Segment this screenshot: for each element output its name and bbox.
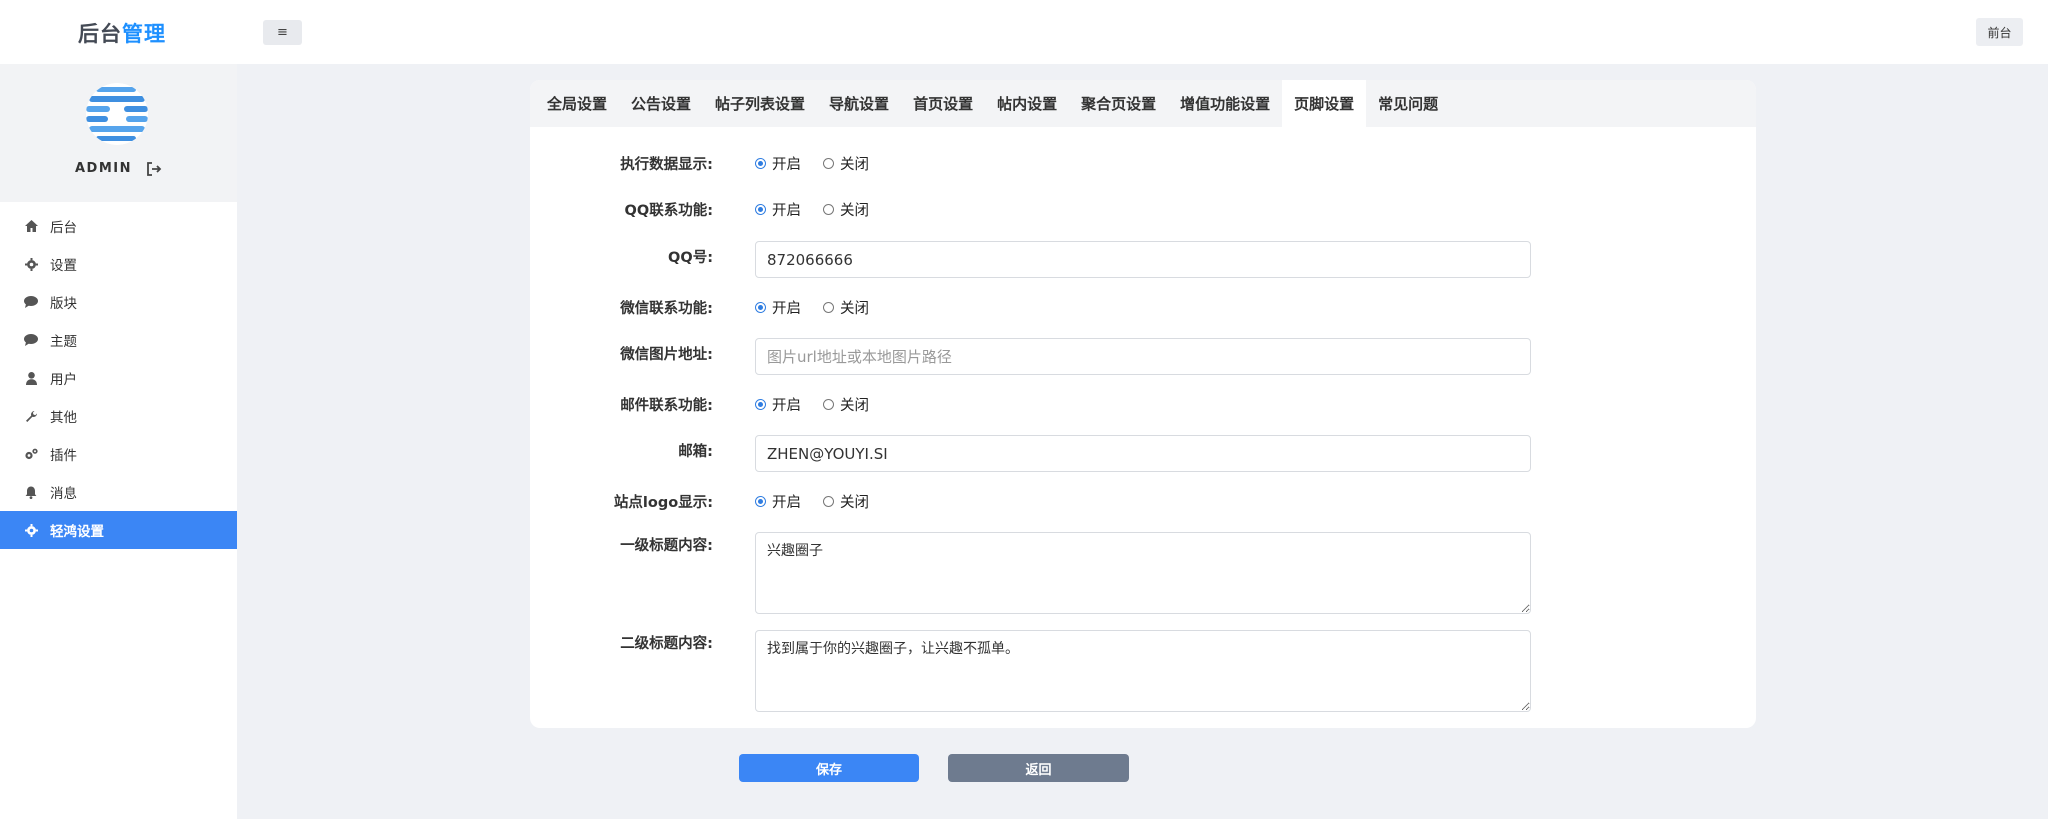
sidebar-item-label: 插件 — [50, 448, 77, 464]
sidebar-item-label: 其他 — [50, 410, 77, 426]
radio-selected-icon — [755, 496, 766, 507]
exec-data-label: 执行数据显示: — [620, 157, 713, 173]
user-icon — [24, 371, 38, 385]
exec-data-off-radio[interactable]: 关闭 — [823, 153, 869, 174]
avatar — [86, 83, 148, 145]
sidebar-item-other[interactable]: 其他 — [0, 397, 237, 435]
sidebar-item-messages[interactable]: 消息 — [0, 473, 237, 511]
tab-post-list-settings[interactable]: 帖子列表设置 — [703, 80, 817, 127]
tab-footer-settings[interactable]: 页脚设置 — [1282, 80, 1367, 127]
sidebar-item-users[interactable]: 用户 — [0, 359, 237, 397]
radio-selected-icon — [755, 302, 766, 313]
qq-contact-on-radio[interactable]: 开启 — [755, 199, 801, 220]
mail-contact-off-radio[interactable]: 关闭 — [823, 394, 869, 415]
title2-label: 二级标题内容: — [620, 636, 713, 652]
wechat-contact-off-radio[interactable]: 关闭 — [823, 297, 869, 318]
radio-selected-icon — [755, 204, 766, 215]
gears-icon — [24, 447, 38, 461]
sidebar-item-dashboard[interactable]: 后台 — [0, 207, 237, 245]
sidebar-item-label: 版块 — [50, 296, 77, 312]
site-logo-label: 站点logo显示: — [613, 495, 713, 511]
sidebar-item-label: 消息 — [50, 486, 77, 502]
logout-icon[interactable] — [146, 161, 162, 176]
radio-unselected-icon — [823, 302, 834, 313]
tab-faq[interactable]: 常见问题 — [1366, 80, 1450, 127]
radio-unselected-icon — [823, 496, 834, 507]
sidebar-item-label: 设置 — [50, 258, 77, 274]
site-logo-on-radio[interactable]: 开启 — [755, 491, 801, 512]
tab-navigation-settings[interactable]: 导航设置 — [817, 80, 901, 127]
save-button[interactable]: 保存 — [739, 754, 919, 782]
logo-text-primary: 后台 — [78, 22, 122, 46]
comment-icon — [24, 295, 38, 309]
radio-unselected-icon — [823, 399, 834, 410]
radio-unselected-icon — [823, 204, 834, 215]
tab-global-settings[interactable]: 全局设置 — [535, 80, 619, 127]
logo-text-accent: 管理 — [122, 22, 166, 46]
title2-textarea[interactable]: 找到属于你的兴趣圈子，让兴趣不孤单。 — [755, 630, 1531, 712]
tab-post-settings[interactable]: 帖内设置 — [985, 80, 1069, 127]
sidebar-item-settings[interactable]: 设置 — [0, 245, 237, 283]
sidebar-item-label: 后台 — [50, 220, 77, 236]
wrench-icon — [24, 409, 38, 423]
wechat-image-input[interactable] — [755, 338, 1531, 375]
sidebar-item-label: 主题 — [50, 334, 77, 350]
radio-selected-icon — [755, 158, 766, 169]
exec-data-radio-group: 开启 关闭 — [755, 153, 891, 174]
gear-icon — [24, 257, 38, 271]
qq-number-label: QQ号: — [668, 250, 713, 266]
comment-icon — [24, 333, 38, 347]
qq-contact-label: QQ联系功能: — [624, 203, 713, 219]
site-logo-off-radio[interactable]: 关闭 — [823, 491, 869, 512]
username: ADMIN — [74, 161, 132, 176]
mail-contact-on-radio[interactable]: 开启 — [755, 394, 801, 415]
qq-contact-off-radio[interactable]: 关闭 — [823, 199, 869, 220]
qq-number-input[interactable] — [755, 241, 1531, 278]
sidebar-nav: 后台 设置 版块 主题 用户 其他 插件 消息 轻鸿设置 — [0, 207, 237, 549]
tab-bar: 全局设置 公告设置 帖子列表设置 导航设置 首页设置 帖内设置 聚合页设置 增值… — [530, 80, 1756, 127]
radio-selected-icon — [755, 399, 766, 410]
sidebar-item-forums[interactable]: 版块 — [0, 283, 237, 321]
home-icon — [24, 219, 38, 233]
radio-unselected-icon — [823, 158, 834, 169]
wechat-contact-radio-group: 开启 关闭 — [755, 297, 891, 318]
wechat-image-label: 微信图片地址: — [620, 347, 713, 363]
front-end-button[interactable]: 前台 — [1976, 18, 2023, 46]
sidebar-item-qinghong-settings[interactable]: 轻鸿设置 — [0, 511, 237, 549]
menu-toggle-button[interactable]: ≡ — [263, 20, 302, 45]
tab-homepage-settings[interactable]: 首页设置 — [901, 80, 985, 127]
email-label: 邮箱: — [678, 444, 713, 460]
title1-textarea[interactable]: 兴趣圈子 — [755, 532, 1531, 614]
qq-contact-radio-group: 开启 关闭 — [755, 199, 891, 220]
app-logo[interactable]: 后台管理 — [78, 18, 166, 48]
exec-data-on-radio[interactable]: 开启 — [755, 153, 801, 174]
tab-value-added-settings[interactable]: 增值功能设置 — [1168, 80, 1282, 127]
sidebar-item-plugins[interactable]: 插件 — [0, 435, 237, 473]
sidebar-item-topics[interactable]: 主题 — [0, 321, 237, 359]
gear-icon — [24, 523, 38, 537]
bell-icon — [24, 485, 38, 499]
sidebar-item-label: 轻鸿设置 — [50, 524, 104, 540]
top-bar: 后台管理 ≡ 前台 — [0, 0, 2048, 64]
sidebar: ADMIN 后台 设置 版块 主题 用户 其他 插件 消息 轻鸿设置 — [0, 64, 237, 819]
profile-panel: ADMIN — [0, 64, 237, 202]
email-field[interactable] — [755, 435, 1531, 472]
wechat-contact-on-radio[interactable]: 开启 — [755, 297, 801, 318]
site-logo-radio-group: 开启 关闭 — [755, 491, 891, 512]
title1-label: 一级标题内容: — [620, 538, 713, 554]
tab-announcement-settings[interactable]: 公告设置 — [619, 80, 703, 127]
back-button[interactable]: 返回 — [948, 754, 1129, 782]
sidebar-item-label: 用户 — [50, 372, 77, 388]
mail-contact-label: 邮件联系功能: — [620, 398, 713, 414]
wechat-contact-label: 微信联系功能: — [620, 301, 713, 317]
mail-contact-radio-group: 开启 关闭 — [755, 394, 891, 415]
settings-card: 全局设置 公告设置 帖子列表设置 导航设置 首页设置 帖内设置 聚合页设置 增值… — [530, 80, 1756, 728]
tab-aggregate-page-settings[interactable]: 聚合页设置 — [1069, 80, 1168, 127]
user-row: ADMIN — [0, 161, 237, 176]
